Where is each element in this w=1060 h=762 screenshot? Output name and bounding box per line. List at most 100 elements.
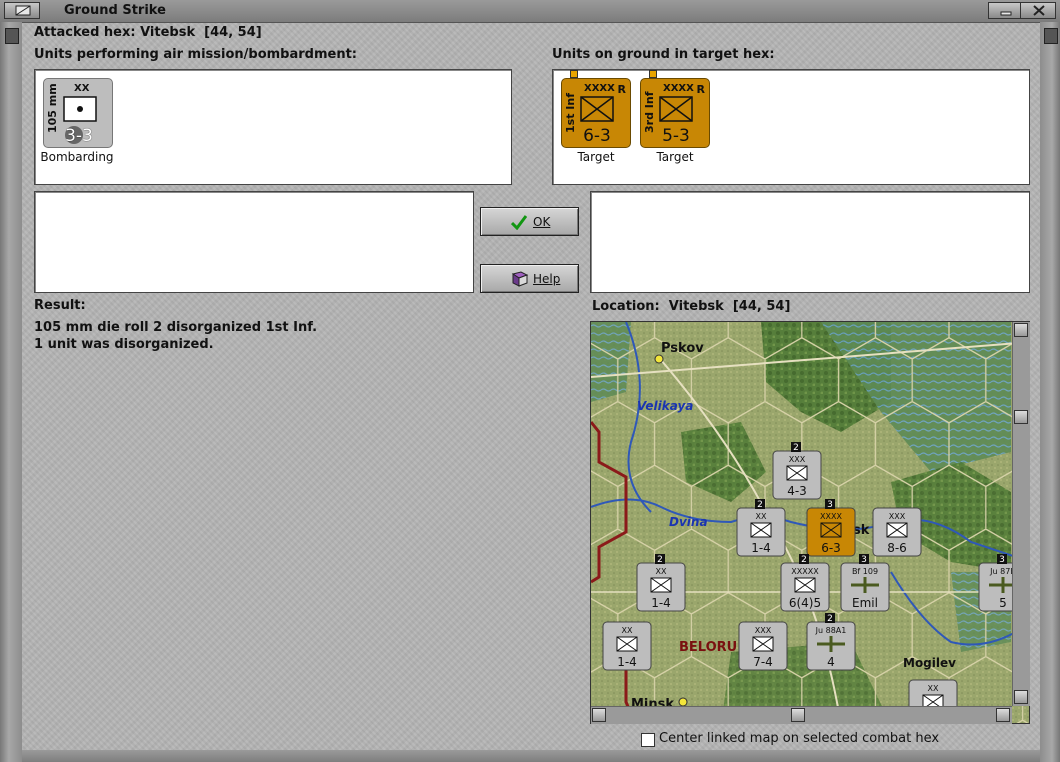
attacked-hex-label: Attacked hex: Vitebsk [44, 54] [34, 25, 262, 40]
stack-count-label: 3 [827, 500, 833, 510]
map-unit-counter[interactable]: XXX 8-6 [872, 507, 922, 557]
minimize-icon [1000, 11, 1012, 16]
ground-details-panel [590, 191, 1030, 293]
map-unit-symbol-icon [786, 465, 808, 481]
map-unit-counter[interactable]: XXXX 6-3 3 [806, 499, 856, 557]
unit-size-label: XXXX [584, 83, 615, 94]
window-left-edge [0, 22, 22, 762]
ground-strike-window: Ground Strike Attacked hex: Vitebsk [44,… [0, 0, 1060, 762]
stack-count-label: 2 [793, 443, 799, 453]
map-counter-size: XX [656, 567, 667, 576]
hq-flag-icon [649, 70, 657, 78]
location-map[interactable]: Pskov Velikaya Dvina BELORU Minsk Mogile… [590, 321, 1030, 724]
scroll-right-icon[interactable] [996, 708, 1010, 722]
scroll-thumb[interactable] [1014, 410, 1028, 424]
result-label: Result: [34, 298, 86, 313]
unit-strength: 5-3 [662, 126, 690, 146]
map-counter-size: Bf 109 [852, 567, 878, 576]
air-unit-status: Bombarding [40, 150, 114, 164]
map-label: Pskov [661, 341, 704, 356]
title-bar[interactable]: Ground Strike [0, 0, 1060, 23]
map-unit-counter[interactable]: Ju 88A1 4 2 [806, 613, 856, 671]
close-button[interactable] [1020, 2, 1056, 19]
map-unit-counter[interactable]: XXXXX 6(4)5 2 [780, 554, 830, 612]
map-counter-size: XX [622, 626, 633, 635]
window-bottom-edge [22, 750, 1040, 762]
stack-count-label: 3 [999, 555, 1005, 565]
scroll-up-icon[interactable] [1014, 323, 1028, 337]
map-counter-strength: 4-3 [787, 484, 807, 498]
map-counter-size: XXX [889, 512, 906, 521]
scroll-thumb[interactable] [791, 708, 805, 722]
hq-flag-icon [570, 70, 578, 78]
map-label: sk [853, 523, 870, 538]
map-counter-strength: Emil [852, 596, 878, 610]
map-vertical-scrollbar[interactable] [1012, 322, 1030, 706]
help-book-icon [511, 271, 529, 287]
window-title: Ground Strike [64, 3, 166, 18]
map-counter-strength: 5 [999, 596, 1007, 610]
edge-handle-icon [1044, 28, 1058, 44]
map-unit-symbol-icon [794, 577, 816, 593]
map-counter-strength: 6-3 [821, 541, 841, 555]
result-line: 105 mm die roll 2 disorganized 1st Inf. [34, 320, 318, 335]
stack-count-label: 2 [757, 500, 763, 510]
map-horizontal-scrollbar[interactable] [591, 706, 1012, 724]
location-label: Location: Vitebsk [44, 54] [592, 299, 791, 314]
checkmark-icon [511, 215, 527, 230]
air-units-panel: 105 mm XX 3-3 Bombarding [34, 69, 512, 185]
map-label: Mogilev [903, 656, 956, 670]
map-unit-symbol-icon [650, 577, 672, 593]
center-linked-map-label: Center linked map on selected combat hex [659, 731, 940, 746]
ground-unit-counter[interactable]: 1st Inf XXXX R 6-3 [561, 78, 631, 148]
air-units-label: Units performing air mission/bombardment… [34, 47, 358, 62]
help-button[interactable]: Help [480, 264, 579, 293]
reserve-label: R [696, 83, 705, 96]
map-unit-counter[interactable]: XXX 7-4 [738, 621, 788, 671]
ground-unit-status: Target [577, 150, 615, 164]
stack-count-label: 2 [801, 555, 807, 565]
ground-unit-counter[interactable]: 3rd Inf XXXX R 5-3 [640, 78, 710, 148]
map-unit-symbol-icon [750, 522, 772, 538]
minimize-button[interactable] [988, 2, 1024, 19]
center-linked-map-checkbox[interactable] [641, 733, 655, 747]
unit-strength: 6-3 [583, 126, 611, 146]
map-counter-strength: 1-4 [651, 596, 671, 610]
scroll-down-icon[interactable] [1014, 690, 1028, 704]
air-details-panel [34, 191, 474, 293]
map-unit-counter[interactable]: XX 1-4 2 [636, 554, 686, 612]
stack-count-label: 2 [657, 555, 663, 565]
map-counter-size: XXX [789, 455, 806, 464]
map-unit-counter[interactable]: XX 1-4 2 [736, 499, 786, 557]
map-unit-counter[interactable]: XX 1-4 [602, 621, 652, 671]
close-icon [1033, 5, 1045, 16]
map-unit-symbol-icon [752, 636, 774, 652]
map-counter-strength: 1-4 [617, 655, 637, 669]
scroll-left-icon[interactable] [592, 708, 606, 722]
unit-strength: 3-3 [65, 126, 93, 146]
ok-button[interactable]: OK [480, 207, 579, 236]
map-unit-counter[interactable]: XXX 4-3 2 [772, 442, 822, 500]
ground-units-panel: 1st Inf XXXX R 6-3 Target 3rd Inf XXXX R… [552, 69, 1030, 185]
map-counter-strength: 6(4)5 [789, 596, 821, 610]
air-unit-counter[interactable]: 105 mm XX 3-3 [43, 78, 113, 148]
map-counter-strength: 7-4 [753, 655, 773, 669]
stack-count-label: 3 [861, 555, 867, 565]
infantry-symbol-icon [580, 96, 614, 122]
ok-button-label: OK [533, 215, 551, 229]
edge-handle-icon [5, 28, 19, 44]
ground-units-label: Units on ground in target hex: [552, 47, 775, 62]
ground-unit-status: Target [656, 150, 694, 164]
map-counter-size: XX [756, 512, 767, 521]
map-unit-counter[interactable]: Bf 109 Emil 3 [840, 554, 890, 612]
map-counter-strength: 1-4 [751, 541, 771, 555]
stack-count-label: 2 [827, 614, 833, 624]
map-counter-size: XX [928, 684, 939, 693]
map-counter-strength: 8-6 [887, 541, 907, 555]
map-counter-size: Ju 88A1 [815, 626, 847, 635]
system-menu-button[interactable] [4, 2, 40, 19]
map-label: Velikaya [637, 399, 693, 413]
system-menu-icon [15, 5, 31, 16]
result-line: 1 unit was disorganized. [34, 337, 214, 352]
map-unit-symbol-icon [616, 636, 638, 652]
